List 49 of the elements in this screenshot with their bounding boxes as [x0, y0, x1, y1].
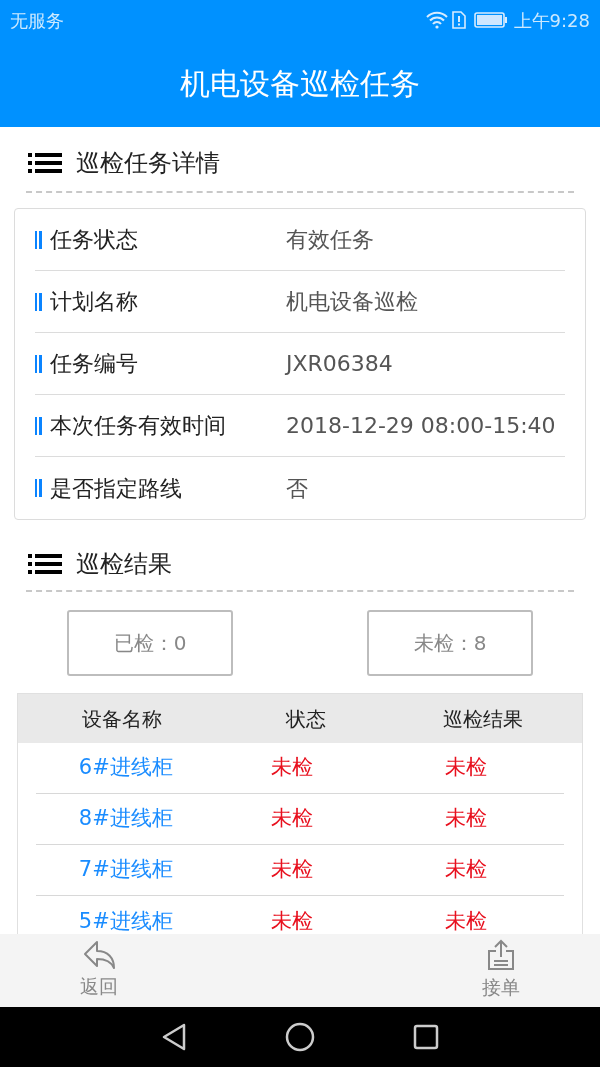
table-cell-text: 未检	[444, 805, 489, 833]
accent-bar-icon	[35, 416, 42, 435]
page-title: 机电设备巡检任务	[180, 65, 420, 103]
list-icon	[28, 553, 62, 575]
device-name-link[interactable]: 8#进线柜	[36, 803, 216, 835]
clock-text: 上午9:28	[513, 8, 590, 33]
table-cell-text: 未检	[444, 754, 489, 782]
field-label: 计划名称	[50, 288, 139, 316]
share-upload-icon	[486, 939, 516, 972]
field-value: JXR06384	[286, 350, 393, 378]
section-heading: 巡检结果	[76, 549, 172, 580]
table-cell-text: 未检	[270, 754, 315, 782]
device-name-link[interactable]: 6#进线柜	[36, 752, 216, 784]
accept-order-button[interactable]: 接单	[482, 934, 520, 1007]
back-button[interactable]: 返回	[80, 934, 118, 1007]
field-label: 任务状态	[50, 226, 139, 254]
accent-bar-icon	[35, 354, 42, 373]
field-label: 是否指定路线	[50, 474, 183, 503]
accent-bar-icon	[35, 479, 42, 497]
sim-alert-icon	[451, 11, 466, 29]
recents-square-icon	[413, 1024, 439, 1050]
device-name-link[interactable]: 7#进线柜	[36, 854, 216, 886]
table-cell-text: 未检	[270, 907, 315, 934]
accent-bar-icon	[35, 230, 42, 249]
table-cell-text: 未检	[444, 856, 489, 884]
battery-icon	[473, 12, 508, 28]
count-button[interactable]: 已检：0	[67, 610, 233, 676]
device-name-link[interactable]: 5#进线柜	[36, 905, 216, 934]
reply-arrow-icon	[82, 940, 116, 971]
field-value: 否	[286, 474, 308, 503]
field-label: 任务编号	[50, 350, 139, 378]
field-label: 本次任务有效时间	[50, 412, 227, 440]
table-cell-text: 未检	[444, 907, 489, 934]
count-button[interactable]: 未检：8	[367, 610, 533, 676]
table-cell-text: 未检	[270, 805, 315, 833]
column-header: 状态	[284, 705, 327, 733]
home-circle-icon	[285, 1022, 315, 1052]
accent-bar-icon	[35, 292, 42, 311]
carrier-text: 无服务	[10, 8, 64, 33]
section-heading: 巡检任务详情	[76, 148, 220, 179]
field-value: 2018-12-29 08:00-15:40	[286, 412, 556, 440]
table-cell-text: 未检	[270, 856, 315, 884]
field-value: 有效任务	[286, 226, 374, 254]
column-header: 设备名称	[81, 705, 164, 733]
field-value: 机电设备巡检	[286, 288, 418, 316]
list-icon	[28, 152, 62, 174]
wifi-icon	[425, 11, 448, 29]
back-triangle-icon	[161, 1023, 187, 1051]
column-header: 巡检结果	[442, 705, 525, 733]
